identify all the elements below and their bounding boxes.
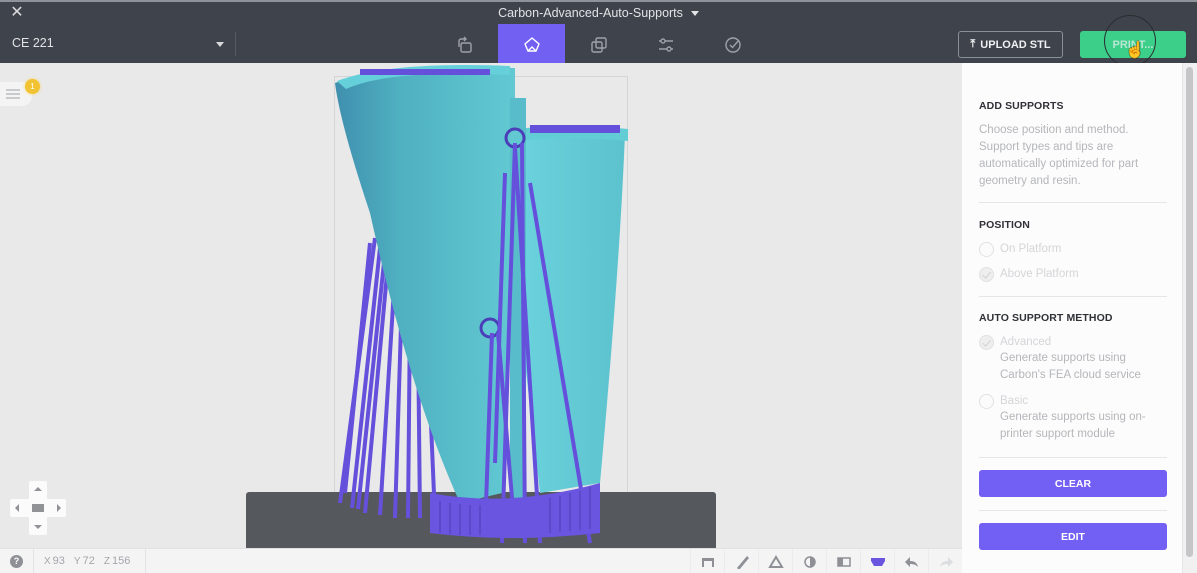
radio-label: Advanced <box>1000 336 1052 348</box>
scrollbar-track[interactable] <box>1182 63 1197 573</box>
chevron-down-icon <box>216 42 224 47</box>
edit-button[interactable]: EDIT <box>979 523 1167 550</box>
radio-button-checked[interactable] <box>979 267 994 282</box>
supports-view-icon <box>870 557 885 566</box>
radio-content: Advanced Generate supports using Carbon'… <box>1000 335 1150 384</box>
section-view-icon <box>836 556 851 567</box>
coord-z: Z 156 <box>104 555 130 567</box>
clear-button[interactable]: CLEAR <box>979 470 1167 497</box>
tab-review[interactable] <box>699 24 766 65</box>
pack-icon <box>590 36 607 53</box>
coordinate-readout: X 93 Y 72 Z 156 <box>44 555 130 567</box>
workflow-tabs <box>431 24 766 65</box>
tool-undo[interactable] <box>894 549 928 573</box>
coord-x-label: X <box>44 556 51 567</box>
radio-basic[interactable]: Basic Generate supports using on-printer… <box>979 394 1170 443</box>
coord-z-label: Z <box>103 556 110 567</box>
pan-up-icon[interactable] <box>34 487 42 491</box>
document-title[interactable]: Carbon-Advanced-Auto-Supports <box>0 6 1197 20</box>
tab-pack[interactable] <box>565 24 632 65</box>
divider <box>979 202 1167 203</box>
scrollbar-thumb[interactable] <box>1186 67 1193 557</box>
coord-y-label: Y <box>73 556 81 567</box>
radio-button[interactable] <box>979 394 994 409</box>
radio-advanced[interactable]: Advanced Generate supports using Carbon'… <box>979 335 1150 384</box>
top-bar: ✕ Carbon-Advanced-Auto-Supports CE 221 ⤒… <box>0 0 1197 67</box>
position-title: POSITION <box>979 219 1030 231</box>
orient-icon <box>457 36 472 53</box>
radio-description: Generate supports using Carbon's FEA clo… <box>1000 352 1141 381</box>
radio-on-platform[interactable]: On Platform <box>979 242 1061 257</box>
pan-left-icon[interactable] <box>15 504 19 512</box>
divider <box>145 549 146 573</box>
tool-contrast[interactable] <box>792 549 826 573</box>
radio-above-platform[interactable]: Above Platform <box>979 267 1079 282</box>
notes-icon <box>6 89 20 91</box>
coord-x-value: 93 <box>52 555 65 567</box>
coord-y-value: 72 <box>82 555 95 567</box>
tab-orient[interactable] <box>431 24 498 65</box>
divider <box>33 549 34 573</box>
coord-x: X 93 <box>44 555 65 567</box>
tab-settings[interactable] <box>632 24 699 65</box>
app-window: ✕ Carbon-Advanced-Auto-Supports CE 221 ⤒… <box>0 0 1197 573</box>
notes-icon-line <box>6 97 20 99</box>
radio-button-checked[interactable] <box>979 335 994 350</box>
divider <box>979 510 1167 511</box>
3d-viewport[interactable]: 1 <box>0 63 962 548</box>
coord-z-value: 156 <box>111 555 131 567</box>
status-bar: ? X 93 Y 72 Z 156 <box>0 548 962 573</box>
radio-description: Generate supports using on-printer suppo… <box>1000 411 1146 440</box>
check-circle-icon <box>724 36 741 53</box>
upload-stl-button[interactable]: ⤒ UPLOAD STL <box>958 31 1063 58</box>
add-supports-title: ADD SUPPORTS <box>979 100 1064 112</box>
model-render[interactable] <box>240 63 720 548</box>
tool-measure[interactable] <box>724 549 758 573</box>
ruler-icon <box>736 555 749 569</box>
view-tools <box>690 549 962 573</box>
radio-label: Above Platform <box>1000 268 1079 280</box>
divider <box>235 32 236 56</box>
supports-panel: ADD SUPPORTS Choose position and method.… <box>962 63 1197 573</box>
tool-overhang[interactable] <box>758 549 792 573</box>
pan-right-icon[interactable] <box>57 504 61 512</box>
sliders-icon <box>658 37 673 52</box>
document-title-text: Carbon-Advanced-Auto-Supports <box>498 6 683 20</box>
tool-redo[interactable] <box>928 549 962 573</box>
contrast-icon <box>803 555 816 568</box>
print-label: PRINT... <box>1112 38 1154 51</box>
triangle-icon <box>767 554 784 568</box>
divider <box>979 457 1167 458</box>
tool-supports-view[interactable] <box>860 549 894 573</box>
radio-label: On Platform <box>1000 243 1062 255</box>
coord-y: Y 72 <box>74 555 95 567</box>
auto-support-method-title: AUTO SUPPORT METHOD <box>979 312 1113 324</box>
chevron-down-icon[interactable] <box>690 11 699 17</box>
radio-label: Basic <box>1000 395 1029 407</box>
supports-icon <box>523 36 540 52</box>
redo-icon <box>939 556 953 567</box>
camera-reset-icon[interactable] <box>32 504 44 512</box>
tool-section[interactable] <box>826 549 860 573</box>
divider <box>979 296 1167 297</box>
tool-platform[interactable] <box>690 549 724 573</box>
radio-button[interactable] <box>979 242 994 257</box>
upload-icon: ⤒ <box>970 38 976 50</box>
printer-select[interactable]: CE 221 <box>12 36 232 54</box>
platform-icon <box>701 557 714 567</box>
add-supports-description: Choose position and method. Support type… <box>979 124 1139 187</box>
undo-icon <box>904 556 918 567</box>
upload-stl-label: UPLOAD STL <box>980 38 1051 51</box>
print-button[interactable]: PRINT... <box>1080 31 1186 58</box>
radio-content: Basic Generate supports using on-printer… <box>1000 394 1170 443</box>
help-icon[interactable]: ? <box>10 555 23 568</box>
tab-supports[interactable] <box>498 24 565 65</box>
notes-icon-line <box>6 93 20 95</box>
printer-name: CE 221 <box>12 36 54 50</box>
pan-down-icon[interactable] <box>34 525 42 529</box>
notes-badge: 1 <box>25 79 40 94</box>
camera-nav-pad <box>10 481 66 535</box>
